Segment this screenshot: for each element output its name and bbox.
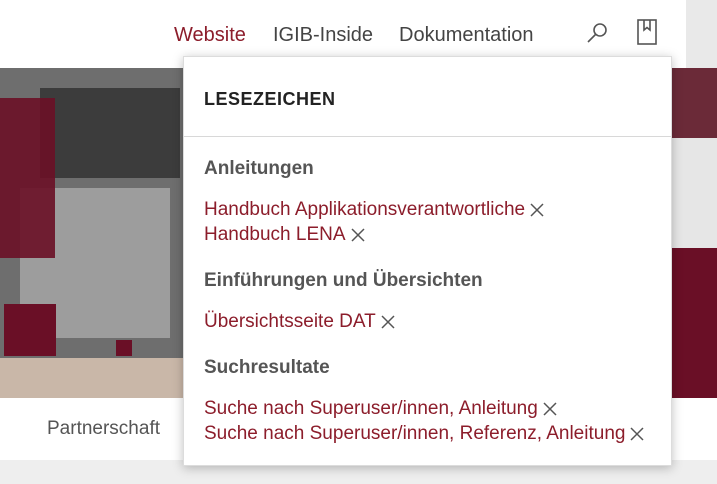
close-icon[interactable] bbox=[529, 202, 545, 218]
dropdown-header: LESEZEICHEN bbox=[184, 57, 671, 137]
nav-website[interactable]: Website bbox=[174, 24, 246, 47]
bookmark-link[interactable]: Suche nach Superuser/innen, Referenz, An… bbox=[204, 423, 625, 445]
machine-part bbox=[40, 88, 180, 178]
search-icon[interactable] bbox=[584, 18, 612, 50]
accent-block bbox=[670, 68, 717, 138]
subnav-partnerschaft[interactable]: Partnerschaft bbox=[47, 418, 160, 440]
group-title-suchresultate: Suchresultate bbox=[204, 357, 330, 378]
close-icon[interactable] bbox=[350, 227, 366, 243]
group-title-einfuehrungen: Einführungen und Übersichten bbox=[204, 270, 483, 291]
close-icon[interactable] bbox=[380, 314, 396, 330]
bookmark-link[interactable]: Handbuch LENA bbox=[204, 224, 346, 246]
dropdown-title: LESEZEICHEN bbox=[204, 89, 336, 109]
nav-igib-inside[interactable]: IGIB-Inside bbox=[273, 24, 373, 47]
page-edge bbox=[686, 0, 717, 68]
hero-floor bbox=[0, 358, 190, 398]
accent-block bbox=[0, 98, 55, 258]
bookmark-link[interactable]: Handbuch Applikationsverantwortliche bbox=[204, 199, 525, 221]
machine-part bbox=[670, 138, 717, 248]
accent-block bbox=[116, 340, 132, 356]
group-title-anleitungen: Anleitungen bbox=[204, 158, 314, 179]
bookmark-item: Suche nach Superuser/innen, Anleitung bbox=[204, 398, 558, 420]
bookmark-link[interactable]: Übersichtsseite DAT bbox=[204, 311, 376, 333]
bookmarks-dropdown: LESEZEICHEN Anleitungen Handbuch Applika… bbox=[183, 56, 672, 466]
bookmark-icon[interactable] bbox=[634, 18, 662, 50]
bookmark-item: Übersichtsseite DAT bbox=[204, 311, 396, 333]
nav-dokumentation[interactable]: Dokumentation bbox=[399, 24, 534, 47]
accent-block bbox=[670, 248, 717, 398]
bookmark-item: Handbuch Applikationsverantwortliche bbox=[204, 199, 545, 221]
accent-block bbox=[4, 304, 56, 356]
close-icon[interactable] bbox=[629, 426, 645, 442]
close-icon[interactable] bbox=[542, 401, 558, 417]
bookmark-link[interactable]: Suche nach Superuser/innen, Anleitung bbox=[204, 398, 538, 420]
bookmark-item: Handbuch LENA bbox=[204, 224, 366, 246]
bookmark-item: Suche nach Superuser/innen, Referenz, An… bbox=[204, 423, 645, 445]
